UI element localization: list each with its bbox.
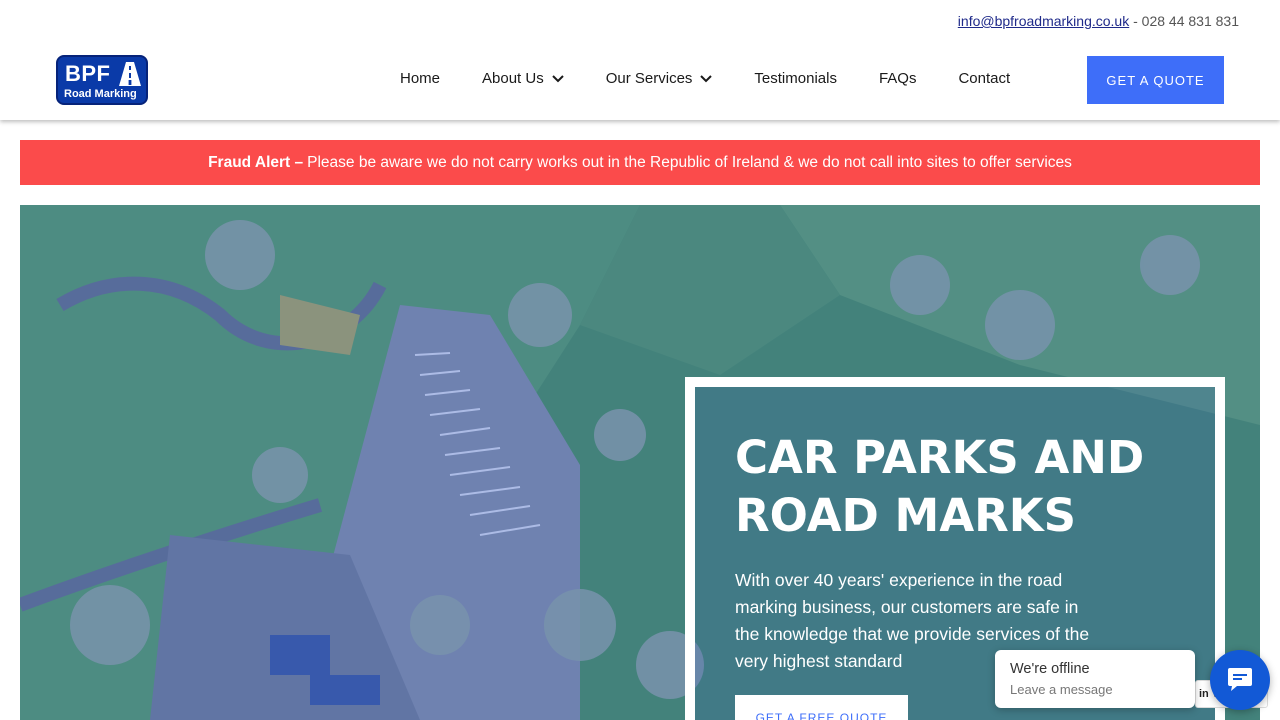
nav-home[interactable]: Home [400, 70, 440, 87]
nav-label: Our Services [605, 70, 693, 87]
get-free-quote-button[interactable]: GET A FREE QUOTE [735, 695, 908, 720]
nav-faqs[interactable]: FAQs [879, 70, 917, 87]
hero-section: CAR PARKS AND ROAD MARKS With over 40 ye… [20, 205, 1260, 720]
main-nav: Home About Us Our Services Testimonials … [400, 70, 1052, 87]
alert-message: Please be aware we do not carry works ou… [307, 153, 1072, 171]
phone-separator: - [1129, 13, 1142, 29]
fraud-alert-banner: Fraud Alert – Please be aware we do not … [20, 140, 1260, 185]
email-link[interactable]: info@bpfroadmarking.co.uk [958, 13, 1129, 29]
hero-title: CAR PARKS AND ROAD MARKS [735, 431, 1145, 542]
nav-label: FAQs [878, 70, 917, 87]
nav-testimonials[interactable]: Testimonials [754, 70, 837, 87]
nav-label: Testimonials [754, 70, 837, 87]
chat-sub-text: Leave a message [1010, 682, 1113, 697]
site-logo[interactable]: BPF Road Marking [56, 55, 148, 105]
chevron-down-icon [700, 74, 713, 82]
nav-contact[interactable]: Contact [958, 70, 1010, 87]
nav-label: About Us [482, 70, 544, 87]
nav-label: Home [400, 70, 441, 87]
chat-status-text: We're offline [1010, 661, 1090, 677]
contact-bar: info@bpfroadmarking.co.uk - 028 44 831 8… [958, 13, 1239, 29]
chat-launcher-button[interactable] [1210, 650, 1270, 710]
site-header: info@bpfroadmarking.co.uk - 028 44 831 8… [0, 0, 1280, 120]
chat-icon [1228, 668, 1252, 691]
logo-text-bottom: Road Marking [64, 88, 137, 100]
nav-our-services[interactable]: Our Services [606, 70, 713, 87]
alert-label: Fraud Alert – [208, 153, 304, 171]
phone-number[interactable]: 028 44 831 831 [1142, 13, 1239, 29]
nav-about-us[interactable]: About Us [482, 70, 564, 87]
road-icon [119, 62, 141, 86]
chat-status-bubble[interactable]: We're offline Leave a message [995, 650, 1195, 708]
logo-text-top: BPF [65, 61, 111, 86]
page: info@bpfroadmarking.co.uk - 028 44 831 8… [0, 0, 1280, 720]
chevron-down-icon [552, 74, 564, 82]
get-quote-button[interactable]: GET A QUOTE [1087, 56, 1224, 104]
nav-label: Contact [958, 70, 1011, 87]
